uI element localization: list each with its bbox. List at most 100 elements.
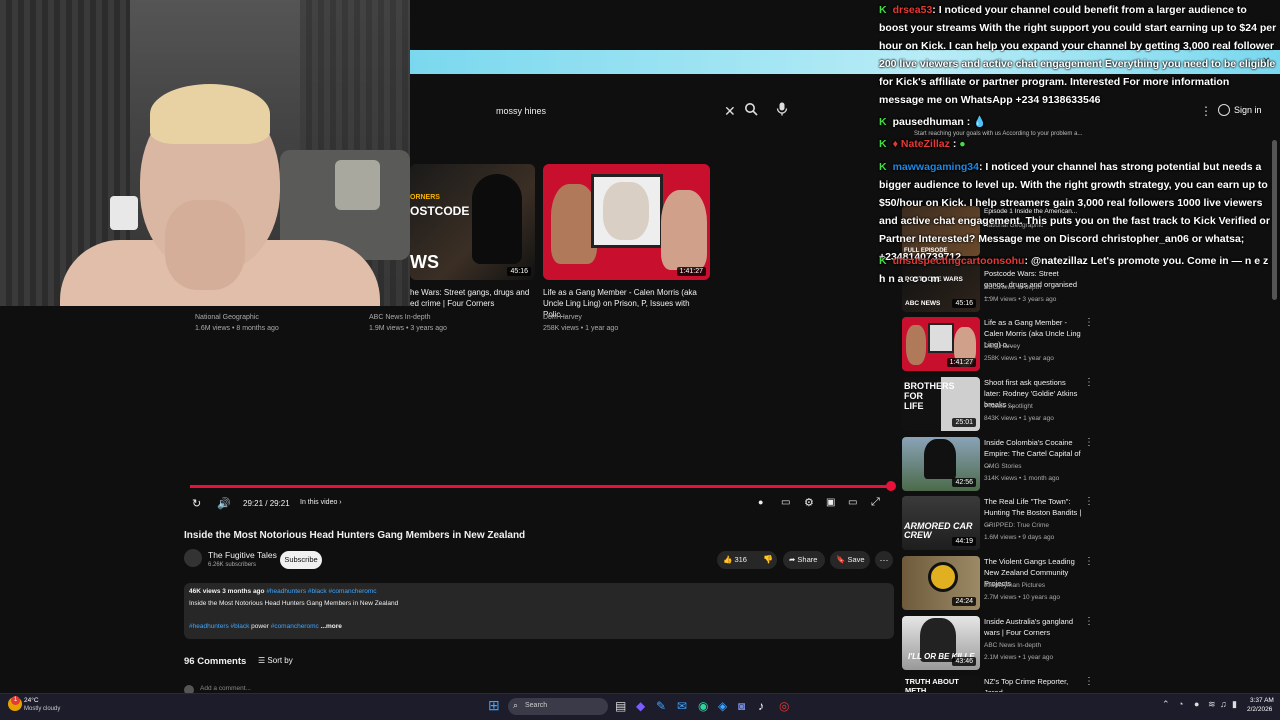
chat-username[interactable]: mawwagaming34 [893,161,979,173]
battery-icon[interactable]: ▮ [1232,699,1237,710]
chat-message: Kdrsea53: I noticed your channel could b… [879,1,1277,109]
sidebar-thumbnail[interactable]: ARMORED CAR CREW 44:19 [902,496,980,550]
share-button[interactable]: ➦ Share [783,551,825,569]
chat-username[interactable]: NateZillaz [901,138,950,150]
video-title[interactable]: he Wars: Street gangs, drugs and ed crim… [410,287,535,309]
mic-tray-icon[interactable]: ● [1194,699,1199,709]
video-channel[interactable]: ABC News In-depth [369,312,430,323]
sidebar-video-item[interactable]: TRUTH ABOUT METH NZ's Top Crime Reporter… [902,676,1092,692]
more-link[interactable]: ...more [321,623,342,630]
theater-mode-icon[interactable]: ▭ [848,497,857,508]
duration-badge: 43:46 [952,657,976,666]
sidebar-views: 1.9M views • 3 years ago [984,296,1057,303]
volume-icon[interactable]: 🔊 [217,497,231,510]
more-options-icon[interactable]: ⋮ [1084,437,1094,448]
search-input[interactable]: mossy hines [496,106,546,116]
discord-icon[interactable]: ◙ [738,699,745,713]
channel-name[interactable]: The Fugitive Tales [208,550,277,560]
more-options-icon[interactable]: ⋮ [1084,317,1094,328]
more-options-icon[interactable]: ⋮ [1084,496,1094,507]
sidebar-video-item[interactable]: 24:24 The Violent Gangs Leading New Zeal… [902,556,1094,612]
taskbar-search[interactable]: ⌕ Search [508,698,608,715]
description-text: Inside the Most Notorious Head Hunters G… [189,600,399,607]
sidebar-views: 2.1M views • 1 year ago [984,654,1054,661]
fullscreen-icon[interactable]: ⤢ [871,496,880,509]
channel-avatar[interactable] [184,549,202,567]
clock-time[interactable]: 3:37 AM [1250,697,1274,704]
sidebar-thumbnail[interactable]: 1:41:27 [902,317,980,371]
captions-icon[interactable]: ▭ [781,497,790,508]
thumb-text: ORNERS [410,194,440,201]
save-button[interactable]: 🔖 Save [830,551,870,569]
more-options-icon[interactable]: ⋮ [1084,676,1092,687]
progress-bar[interactable] [190,485,890,488]
copilot-icon[interactable]: ◆ [636,699,645,713]
duration-badge: 44:19 [952,537,976,546]
mail-icon[interactable]: ✉ [677,699,687,713]
sidebar-video-item[interactable]: 42:56 Inside Colombia's Cocaine Empire: … [902,437,1094,493]
sidebar-thumbnail[interactable]: BROTHERS FOR LIFE 25:01 [902,377,980,431]
sidebar-views: 258K views • 1 year ago [984,355,1054,362]
sidebar-video-item[interactable]: ARMORED CAR CREW 44:19 The Real Life "Th… [902,496,1094,552]
sidebar-thumbnail[interactable]: TRUTH ABOUT METH [902,676,980,692]
sidebar-video-item[interactable]: I'LL OR BE KILLE 43:46 Inside Australia'… [902,616,1094,672]
hashtag-link[interactable]: #headhunters #black [189,623,249,630]
speaker-icon[interactable]: ♫ [1220,699,1227,709]
chat-sep: : [1024,255,1028,267]
sidebar-video-item[interactable]: BROTHERS FOR LIFE 25:01 Shoot first ask … [902,377,1094,433]
video-channel[interactable]: Dom Harvey [543,312,582,323]
video-channel[interactable]: National Geographic [195,312,259,323]
video-meta: 1.9M views • 3 years ago [369,325,447,332]
more-actions-icon[interactable]: ⋯ [875,551,893,569]
microphone-icon[interactable] [776,102,788,119]
windows-start-icon[interactable]: ⊞ [488,697,500,714]
title-line: ed crime | Four Corners [410,299,495,308]
more-options-icon[interactable]: ⋮ [1084,556,1094,567]
in-this-video-button[interactable]: In this video › [300,499,342,506]
more-options-icon[interactable]: ⋮ [1084,377,1094,388]
pen-app-icon[interactable]: ✎ [656,699,666,713]
title-line: Life as a Gang Member - Calen Morris (ak… [543,288,697,297]
miniplayer-icon[interactable]: ▣ [826,497,835,508]
chat-username[interactable]: unsuspectingcartoonsohu [893,255,1025,267]
tray-chevron-icon[interactable]: ⌃ [1162,699,1170,710]
chat-message: Kmawwagaming34: I noticed your channel h… [879,158,1277,266]
chat-username[interactable]: drsea53 [893,4,933,16]
subscribe-button[interactable]: Subscribe [280,551,322,569]
like-button[interactable]: 👍 316 [717,551,759,569]
chrome-icon[interactable]: ◎ [779,699,789,713]
sidebar-channel: Dom Harvey [984,343,1021,350]
progress-handle[interactable] [886,481,896,491]
search-icon[interactable] [744,102,758,119]
add-comment-input[interactable]: Add a comment... [200,685,251,692]
replay-icon[interactable]: ↻ [192,497,201,510]
sidebar-video-item[interactable]: 1:41:27 Life as a Gang Member - Calen Mo… [902,317,1094,373]
settings-gear-icon[interactable]: ⚙ [804,496,814,509]
tiktok-icon[interactable]: ♪ [758,699,764,713]
autoplay-toggle-icon[interactable]: ● [758,497,763,507]
dislike-button[interactable]: 👎 [759,551,777,569]
store-icon[interactable]: ◈ [718,699,727,713]
network-icon[interactable]: ◔ [1178,699,1183,709]
emote-icon: ● [959,138,966,150]
video-thumbnail-postcode[interactable]: ORNERS OSTCODE WS 45:16 [410,164,535,280]
sort-by-button[interactable]: ☰ Sort by [258,656,293,665]
duration-badge: 42:56 [952,478,976,487]
task-view-icon[interactable]: ▤ [615,699,626,713]
clock-date[interactable]: 2/2/2026 [1247,706,1272,713]
sidebar-views: 2.7M views • 10 years ago [984,594,1060,601]
sidebar-meta: ABC News In-depth 2.1M views • 1 year ago [984,640,1084,664]
video-thumbnail-gang-member[interactable]: 1:41:27 [543,164,710,280]
wifi-icon[interactable]: ≋ [1208,699,1216,710]
more-options-icon[interactable]: ⋮ [1084,616,1094,627]
hashtag-link[interactable]: #comancheromc [271,623,319,630]
edge-browser-icon[interactable]: ◉ [698,699,708,713]
sidebar-thumbnail[interactable]: 42:56 [902,437,980,491]
sidebar-thumbnail[interactable]: 24:24 [902,556,980,610]
clear-search-icon[interactable]: ✕ [724,103,736,120]
sidebar-title: NZ's Top Crime Reporter, Jared [984,677,1069,692]
chat-sep: : [932,4,936,16]
sidebar-thumbnail[interactable]: I'LL OR BE KILLE 43:46 [902,616,980,670]
hashtags[interactable]: #headhunters #black #comancheromc [266,588,376,595]
chat-username[interactable]: pausedhuman [893,116,964,128]
